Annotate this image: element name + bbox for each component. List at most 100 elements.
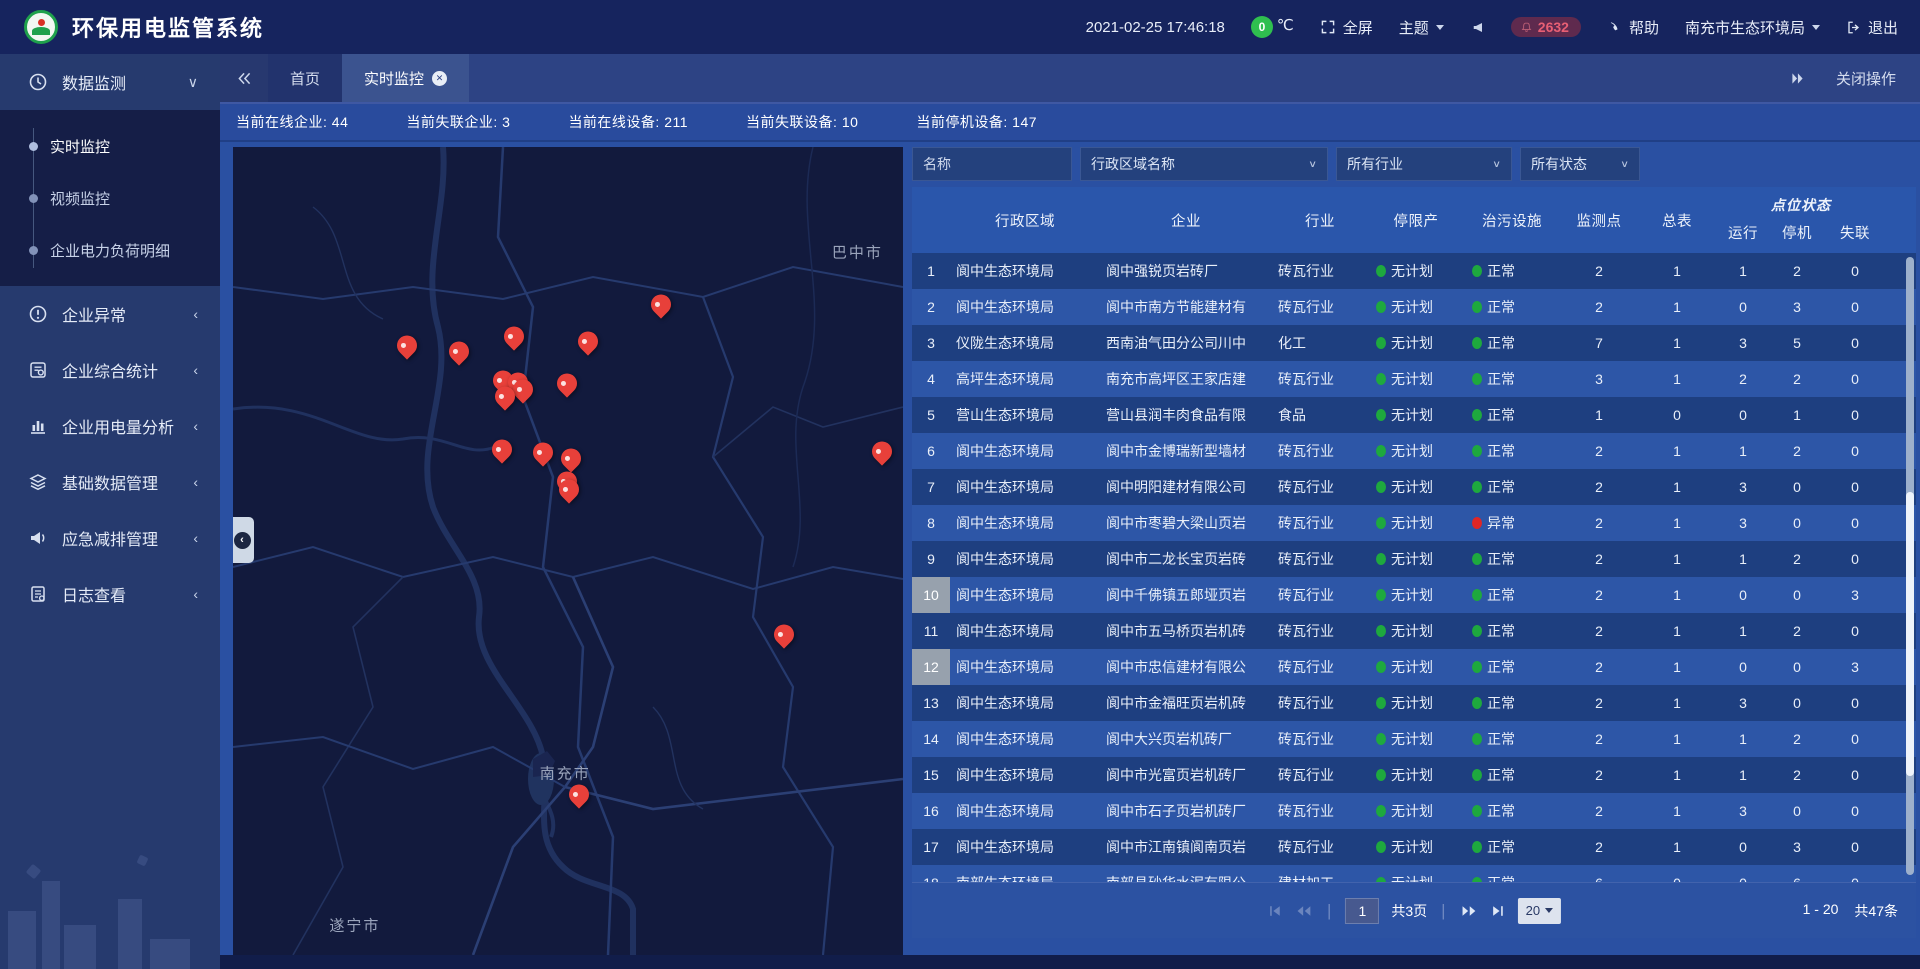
map-collapse-toggle[interactable]: ‹: [233, 517, 254, 563]
sidebar-item-7[interactable]: 日志查看‹: [0, 566, 220, 622]
tabs-scroll-left-button[interactable]: [220, 54, 268, 102]
sidebar-subitem[interactable]: 实时监控: [0, 120, 220, 172]
volume-button[interactable]: [1470, 20, 1485, 35]
status-filter-select[interactable]: 所有状态 ∨: [1520, 147, 1640, 181]
table-row[interactable]: 18南部生态环境局南部县砂华水泥有限公建材加工无计划正常60060: [912, 865, 1916, 882]
map-pin[interactable]: [569, 785, 589, 809]
close-icon[interactable]: ✕: [432, 71, 447, 86]
last-page-button[interactable]: [1490, 903, 1506, 919]
map[interactable]: 巴中市南充市遂宁市 ‹: [233, 147, 903, 955]
pin-icon: [770, 620, 798, 648]
map-pin[interactable]: [397, 335, 417, 359]
notification-badge[interactable]: 2632: [1511, 17, 1581, 37]
table-row[interactable]: 14阆中生态环境局阆中大兴页岩机砖厂砖瓦行业无计划正常21120: [912, 721, 1916, 757]
facility-status-cell: 正常: [1464, 793, 1560, 829]
prev-page-button[interactable]: [1295, 903, 1313, 919]
column-header: [912, 187, 950, 253]
pin-icon: [557, 444, 585, 472]
table-row[interactable]: 7阆中生态环境局阆中明阳建材有限公司砖瓦行业无计划正常21300: [912, 469, 1916, 505]
map-pin[interactable]: [504, 326, 524, 350]
limit-status-cell: 无计划: [1368, 649, 1464, 685]
map-pin[interactable]: [513, 380, 533, 404]
table-row[interactable]: 12阆中生态环境局阆中市忠信建材有限公砖瓦行业无计划正常21003: [912, 649, 1916, 685]
tab-realtime-monitor[interactable]: 实时监控 ✕: [342, 54, 469, 102]
map-pin[interactable]: [449, 342, 469, 366]
table-row[interactable]: 5营山生态环境局营山县润丰肉食品有限食品无计划正常10010: [912, 397, 1916, 433]
table-row[interactable]: 11阆中生态环境局阆中市五马桥页岩机砖砖瓦行业无计划正常21120: [912, 613, 1916, 649]
table-row[interactable]: 9阆中生态环境局阆中市二龙长宝页岩砖砖瓦行业无计划正常21120: [912, 541, 1916, 577]
table-row[interactable]: 8阆中生态环境局阆中市枣碧大梁山页岩砖瓦行业无计划异常21300: [912, 505, 1916, 541]
theme-dropdown[interactable]: 主题: [1399, 17, 1444, 38]
map-pin[interactable]: [533, 443, 553, 467]
map-pin[interactable]: [492, 440, 512, 464]
sidebar-item-4[interactable]: 企业用电量分析‹: [0, 398, 220, 454]
table-row[interactable]: 6阆中生态环境局阆中市金博瑞新型墙材砖瓦行业无计划正常21120: [912, 433, 1916, 469]
sidebar-item-label: 应急减排管理: [62, 526, 179, 550]
region-cell: 阆中生态环境局: [950, 433, 1100, 469]
points-cell: 2: [1560, 757, 1638, 793]
pin-icon: [488, 435, 516, 463]
map-pin[interactable]: [774, 625, 794, 649]
first-page-button[interactable]: [1267, 903, 1283, 919]
tab-home[interactable]: 首页: [268, 54, 342, 102]
table-scrollbar[interactable]: [1906, 257, 1914, 875]
running-cell: 3: [1716, 469, 1770, 505]
table-row[interactable]: 10阆中生态环境局阆中千佛镇五郎垭页岩砖瓦行业无计划正常21003: [912, 577, 1916, 613]
page-number-input[interactable]: 1: [1345, 898, 1379, 924]
map-pin[interactable]: [561, 448, 581, 472]
table-row[interactable]: 16阆中生态环境局阆中市石子页岩机砖厂砖瓦行业无计划正常21300: [912, 793, 1916, 829]
volume-icon: [1470, 20, 1485, 35]
fullscreen-button[interactable]: 全屏: [1320, 17, 1373, 38]
sidebar-subitem[interactable]: 视频监控: [0, 172, 220, 224]
table-row[interactable]: 3仪陇生态环境局西南油气田分公司川中化工无计划正常71350: [912, 325, 1916, 361]
table-row[interactable]: 13阆中生态环境局阆中市金福旺页岩机砖砖瓦行业无计划正常21300: [912, 685, 1916, 721]
region-filter-select[interactable]: 行政区域名称 ∨: [1080, 147, 1328, 181]
table-row[interactable]: 1阆中生态环境局阆中强锐页岩砖厂砖瓦行业无计划正常21120: [912, 253, 1916, 289]
name-input[interactable]: [923, 156, 1061, 172]
filter-bar: 行政区域名称 ∨ 所有行业 ∨ 所有状态 ∨: [912, 147, 1916, 181]
sidebar-item-6[interactable]: 应急减排管理‹: [0, 510, 220, 566]
status-dot: [1472, 373, 1482, 385]
map-pin[interactable]: [557, 373, 577, 397]
map-pin[interactable]: [578, 331, 598, 355]
sidebar-item-1[interactable]: 数据监测∨: [0, 54, 220, 110]
map-pin[interactable]: [495, 386, 515, 410]
tabs-scroll-right-button[interactable]: [1789, 70, 1806, 87]
table-row[interactable]: 2阆中生态环境局阆中市南方节能建材有砖瓦行业无计划正常21030: [912, 289, 1916, 325]
stopped-cell: 5: [1770, 325, 1824, 361]
map-pin[interactable]: [872, 441, 892, 465]
meters-cell: 1: [1638, 469, 1716, 505]
sidebar-item-3[interactable]: 企业综合统计‹: [0, 342, 220, 398]
table-row[interactable]: 17阆中生态环境局阆中市江南镇阆南页岩砖瓦行业无计划正常21030: [912, 829, 1916, 865]
status-dot: [1376, 301, 1386, 313]
map-pin[interactable]: [559, 479, 579, 503]
sidebar-item-5[interactable]: 基础数据管理‹: [0, 454, 220, 510]
next-page-button[interactable]: [1460, 903, 1478, 919]
sidebar-item-label: 企业用电量分析: [62, 414, 179, 438]
offline-cell: 0: [1824, 505, 1886, 541]
meters-cell: 1: [1638, 577, 1716, 613]
table-row[interactable]: 4高坪生态环境局南充市高坪区王家店建砖瓦行业无计划正常31220: [912, 361, 1916, 397]
sidebar-item-2[interactable]: 企业异常‹: [0, 286, 220, 342]
limit-status-cell: 无计划: [1368, 469, 1464, 505]
running-cell: 3: [1716, 325, 1770, 361]
status-dot: [1376, 769, 1386, 781]
sidebar-subitem[interactable]: 企业电力负荷明细: [0, 224, 220, 276]
logout-button[interactable]: 退出: [1846, 17, 1898, 38]
page-size-select[interactable]: 20: [1518, 898, 1561, 924]
running-cell: 1: [1716, 613, 1770, 649]
scrollbar-thumb[interactable]: [1906, 492, 1914, 776]
map-pin[interactable]: [651, 294, 671, 318]
sidebar-subitem-label: 企业电力负荷明细: [50, 240, 170, 261]
table-row[interactable]: 15阆中生态环境局阆中市光富页岩机砖厂砖瓦行业无计划正常21120: [912, 757, 1916, 793]
close-operations-button[interactable]: 关闭操作: [1836, 68, 1896, 89]
region-cell: 阆中生态环境局: [950, 829, 1100, 865]
temperature-value: 0: [1251, 16, 1273, 38]
industry-filter-select[interactable]: 所有行业 ∨: [1336, 147, 1512, 181]
org-dropdown[interactable]: 南充市生态环境局: [1685, 17, 1820, 38]
chart-icon: [28, 416, 48, 436]
help-button[interactable]: 帮助: [1607, 17, 1659, 38]
sidebar-item-label: 企业综合统计: [62, 358, 179, 382]
name-filter-input[interactable]: [912, 147, 1072, 181]
company-cell: 阆中千佛镇五郎垭页岩: [1100, 577, 1272, 613]
